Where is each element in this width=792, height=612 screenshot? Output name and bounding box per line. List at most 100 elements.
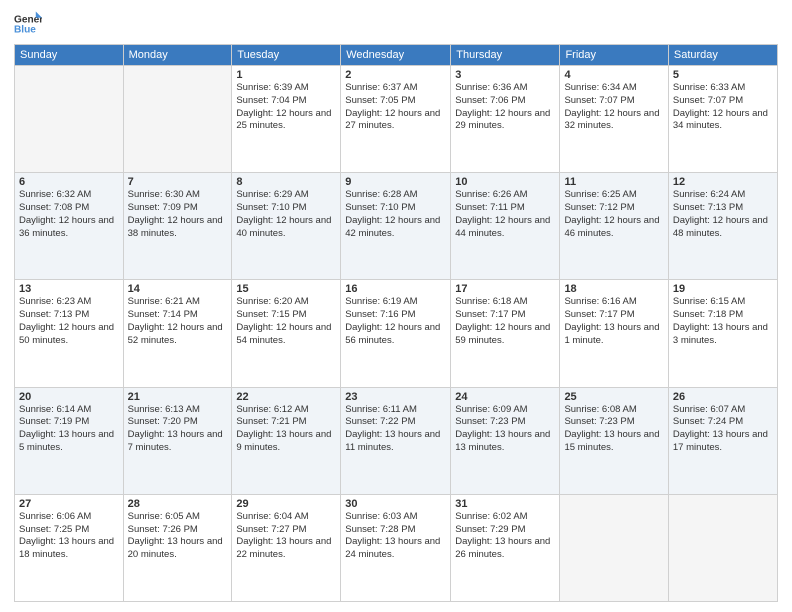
calendar-cell: 22Sunrise: 6:12 AM Sunset: 7:21 PM Dayli… [232,387,341,494]
day-info: Sunrise: 6:18 AM Sunset: 7:17 PM Dayligh… [455,296,555,347]
calendar-week-1: 1Sunrise: 6:39 AM Sunset: 7:04 PM Daylig… [15,66,778,173]
day-number: 13 [19,283,119,295]
day-number: 11 [564,176,663,188]
day-info: Sunrise: 6:02 AM Sunset: 7:29 PM Dayligh… [455,511,555,562]
calendar-cell: 14Sunrise: 6:21 AM Sunset: 7:14 PM Dayli… [123,280,232,387]
calendar-week-5: 27Sunrise: 6:06 AM Sunset: 7:25 PM Dayli… [15,494,778,601]
calendar-cell [123,66,232,173]
day-number: 19 [673,283,773,295]
day-number: 31 [455,498,555,510]
col-header-thursday: Thursday [451,45,560,66]
day-number: 2 [345,69,446,81]
day-info: Sunrise: 6:08 AM Sunset: 7:23 PM Dayligh… [564,404,663,455]
day-info: Sunrise: 6:24 AM Sunset: 7:13 PM Dayligh… [673,189,773,240]
day-info: Sunrise: 6:29 AM Sunset: 7:10 PM Dayligh… [236,189,336,240]
calendar-cell: 31Sunrise: 6:02 AM Sunset: 7:29 PM Dayli… [451,494,560,601]
calendar-cell: 7Sunrise: 6:30 AM Sunset: 7:09 PM Daylig… [123,173,232,280]
calendar-week-3: 13Sunrise: 6:23 AM Sunset: 7:13 PM Dayli… [15,280,778,387]
calendar-cell: 30Sunrise: 6:03 AM Sunset: 7:28 PM Dayli… [341,494,451,601]
calendar-cell: 13Sunrise: 6:23 AM Sunset: 7:13 PM Dayli… [15,280,124,387]
day-info: Sunrise: 6:05 AM Sunset: 7:26 PM Dayligh… [128,511,228,562]
day-info: Sunrise: 6:16 AM Sunset: 7:17 PM Dayligh… [564,296,663,347]
col-header-tuesday: Tuesday [232,45,341,66]
day-number: 6 [19,176,119,188]
calendar-cell: 3Sunrise: 6:36 AM Sunset: 7:06 PM Daylig… [451,66,560,173]
calendar-table: SundayMondayTuesdayWednesdayThursdayFrid… [14,44,778,602]
calendar-cell: 12Sunrise: 6:24 AM Sunset: 7:13 PM Dayli… [668,173,777,280]
calendar-cell [560,494,668,601]
day-info: Sunrise: 6:04 AM Sunset: 7:27 PM Dayligh… [236,511,336,562]
col-header-wednesday: Wednesday [341,45,451,66]
calendar-week-2: 6Sunrise: 6:32 AM Sunset: 7:08 PM Daylig… [15,173,778,280]
logo-icon: General Blue [14,10,42,38]
day-info: Sunrise: 6:25 AM Sunset: 7:12 PM Dayligh… [564,189,663,240]
col-header-friday: Friday [560,45,668,66]
calendar-cell: 2Sunrise: 6:37 AM Sunset: 7:05 PM Daylig… [341,66,451,173]
calendar-cell: 10Sunrise: 6:26 AM Sunset: 7:11 PM Dayli… [451,173,560,280]
calendar-cell: 23Sunrise: 6:11 AM Sunset: 7:22 PM Dayli… [341,387,451,494]
day-info: Sunrise: 6:23 AM Sunset: 7:13 PM Dayligh… [19,296,119,347]
day-number: 5 [673,69,773,81]
day-number: 23 [345,391,446,403]
day-info: Sunrise: 6:06 AM Sunset: 7:25 PM Dayligh… [19,511,119,562]
calendar-cell: 16Sunrise: 6:19 AM Sunset: 7:16 PM Dayli… [341,280,451,387]
day-number: 17 [455,283,555,295]
day-number: 30 [345,498,446,510]
page: General Blue SundayMondayTuesdayWednesda… [0,0,792,612]
calendar-cell: 24Sunrise: 6:09 AM Sunset: 7:23 PM Dayli… [451,387,560,494]
day-info: Sunrise: 6:34 AM Sunset: 7:07 PM Dayligh… [564,82,663,133]
calendar-cell: 17Sunrise: 6:18 AM Sunset: 7:17 PM Dayli… [451,280,560,387]
calendar-cell: 27Sunrise: 6:06 AM Sunset: 7:25 PM Dayli… [15,494,124,601]
day-number: 18 [564,283,663,295]
day-info: Sunrise: 6:11 AM Sunset: 7:22 PM Dayligh… [345,404,446,455]
day-info: Sunrise: 6:33 AM Sunset: 7:07 PM Dayligh… [673,82,773,133]
calendar-cell: 28Sunrise: 6:05 AM Sunset: 7:26 PM Dayli… [123,494,232,601]
day-number: 26 [673,391,773,403]
calendar-cell: 25Sunrise: 6:08 AM Sunset: 7:23 PM Dayli… [560,387,668,494]
day-number: 1 [236,69,336,81]
day-number: 14 [128,283,228,295]
header: General Blue [14,10,778,38]
calendar-cell: 29Sunrise: 6:04 AM Sunset: 7:27 PM Dayli… [232,494,341,601]
day-number: 15 [236,283,336,295]
day-number: 3 [455,69,555,81]
calendar-cell: 9Sunrise: 6:28 AM Sunset: 7:10 PM Daylig… [341,173,451,280]
day-number: 29 [236,498,336,510]
day-info: Sunrise: 6:30 AM Sunset: 7:09 PM Dayligh… [128,189,228,240]
day-info: Sunrise: 6:12 AM Sunset: 7:21 PM Dayligh… [236,404,336,455]
day-number: 22 [236,391,336,403]
day-number: 12 [673,176,773,188]
calendar-cell: 19Sunrise: 6:15 AM Sunset: 7:18 PM Dayli… [668,280,777,387]
day-info: Sunrise: 6:20 AM Sunset: 7:15 PM Dayligh… [236,296,336,347]
day-info: Sunrise: 6:13 AM Sunset: 7:20 PM Dayligh… [128,404,228,455]
day-info: Sunrise: 6:39 AM Sunset: 7:04 PM Dayligh… [236,82,336,133]
col-header-monday: Monday [123,45,232,66]
day-info: Sunrise: 6:14 AM Sunset: 7:19 PM Dayligh… [19,404,119,455]
calendar-week-4: 20Sunrise: 6:14 AM Sunset: 7:19 PM Dayli… [15,387,778,494]
calendar-cell: 15Sunrise: 6:20 AM Sunset: 7:15 PM Dayli… [232,280,341,387]
day-info: Sunrise: 6:19 AM Sunset: 7:16 PM Dayligh… [345,296,446,347]
svg-text:Blue: Blue [14,25,36,36]
day-number: 20 [19,391,119,403]
day-info: Sunrise: 6:32 AM Sunset: 7:08 PM Dayligh… [19,189,119,240]
day-number: 10 [455,176,555,188]
day-info: Sunrise: 6:09 AM Sunset: 7:23 PM Dayligh… [455,404,555,455]
calendar-cell: 20Sunrise: 6:14 AM Sunset: 7:19 PM Dayli… [15,387,124,494]
day-number: 27 [19,498,119,510]
col-header-saturday: Saturday [668,45,777,66]
calendar-cell [15,66,124,173]
calendar-cell: 6Sunrise: 6:32 AM Sunset: 7:08 PM Daylig… [15,173,124,280]
day-info: Sunrise: 6:15 AM Sunset: 7:18 PM Dayligh… [673,296,773,347]
day-info: Sunrise: 6:07 AM Sunset: 7:24 PM Dayligh… [673,404,773,455]
calendar-cell: 26Sunrise: 6:07 AM Sunset: 7:24 PM Dayli… [668,387,777,494]
calendar-cell: 4Sunrise: 6:34 AM Sunset: 7:07 PM Daylig… [560,66,668,173]
calendar-header-row: SundayMondayTuesdayWednesdayThursdayFrid… [15,45,778,66]
day-number: 4 [564,69,663,81]
day-info: Sunrise: 6:26 AM Sunset: 7:11 PM Dayligh… [455,189,555,240]
day-info: Sunrise: 6:03 AM Sunset: 7:28 PM Dayligh… [345,511,446,562]
calendar-cell: 18Sunrise: 6:16 AM Sunset: 7:17 PM Dayli… [560,280,668,387]
calendar-cell: 11Sunrise: 6:25 AM Sunset: 7:12 PM Dayli… [560,173,668,280]
day-info: Sunrise: 6:21 AM Sunset: 7:14 PM Dayligh… [128,296,228,347]
day-number: 8 [236,176,336,188]
day-number: 28 [128,498,228,510]
